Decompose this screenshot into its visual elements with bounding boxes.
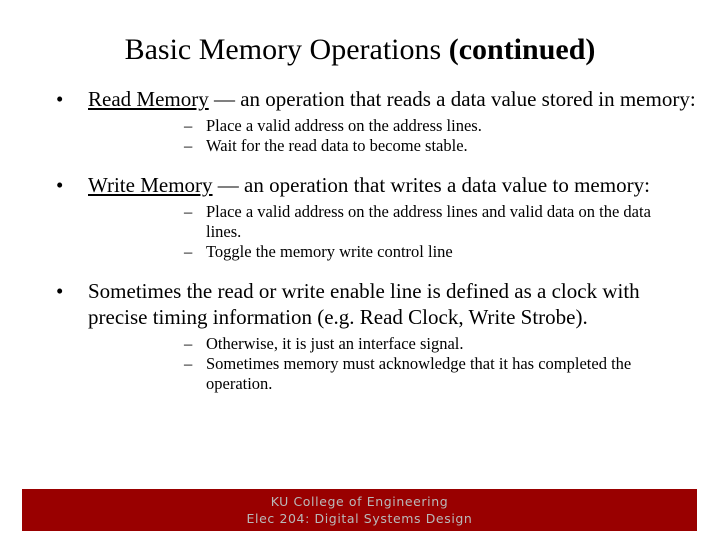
sub-bullet-text-read-2: Wait for the read data to become stable. [206, 136, 468, 155]
bullet-term-write-memory: Write Memory [88, 173, 213, 197]
bullet-text-clock-timing: Sometimes the read or write enable line … [88, 279, 640, 329]
sub-bullet-write-2: – Toggle the memory write control line [88, 242, 696, 262]
sub-bullet-clock-2: – Sometimes memory must acknowledge that… [88, 354, 696, 394]
bullet-text-write-memory: — an operation that writes a data value … [212, 173, 650, 197]
sub-bullet-text-read-1: Place a valid address on the address lin… [206, 116, 482, 135]
slide-title-continued: (continued) [448, 33, 596, 66]
dash-marker-icon: – [184, 354, 193, 373]
sub-bullet-list-read-memory: – Place a valid address on the address l… [88, 116, 696, 156]
sub-bullet-read-2: – Wait for the read data to become stabl… [88, 136, 696, 156]
footer-banner: KU College of Engineering Elec 204: Digi… [22, 489, 697, 531]
sub-bullet-list-write-memory: – Place a valid address on the address l… [88, 202, 696, 262]
bullet-text-read-memory: — an operation that reads a data value s… [208, 87, 696, 111]
sub-bullet-list-clock-timing: – Otherwise, it is just an interface sig… [88, 334, 696, 394]
sub-bullet-write-1: – Place a valid address on the address l… [88, 202, 696, 242]
dash-marker-icon: – [184, 116, 193, 135]
bullet-marker-icon: • [56, 279, 64, 303]
dash-marker-icon: – [184, 242, 193, 261]
footer-line-institution: KU College of Engineering [270, 494, 449, 509]
sub-bullet-read-1: – Place a valid address on the address l… [88, 116, 696, 136]
sub-bullet-clock-1: – Otherwise, it is just an interface sig… [88, 334, 696, 354]
sub-bullet-text-write-1: Place a valid address on the address lin… [206, 202, 651, 241]
bullet-item-clock-timing: • Sometimes the read or write enable lin… [0, 278, 720, 394]
sub-bullet-text-clock-2: Sometimes memory must acknowledge that i… [206, 354, 632, 393]
sub-bullet-text-write-2: Toggle the memory write control line [206, 242, 453, 261]
bullet-marker-icon: • [56, 87, 64, 111]
slide-title-main: Basic Memory Operations [124, 33, 449, 66]
bullet-item-read-memory: • Read Memory — an operation that reads … [0, 86, 720, 156]
dash-marker-icon: – [184, 334, 193, 353]
dash-marker-icon: – [184, 202, 193, 221]
bullet-marker-icon: • [56, 173, 64, 197]
bullet-term-read-memory: Read Memory [88, 87, 209, 111]
slide-title: Basic Memory Operations (continued) [0, 32, 720, 68]
bullet-item-write-memory: • Write Memory — an operation that write… [0, 172, 720, 262]
slide-body: • Read Memory — an operation that reads … [0, 86, 720, 394]
dash-marker-icon: – [184, 136, 193, 155]
slide-canvas: Basic Memory Operations (continued) • Re… [0, 0, 720, 540]
bullet-list: • Read Memory — an operation that reads … [0, 86, 720, 394]
footer-line-course: Elec 204: Digital Systems Design [246, 511, 473, 526]
sub-bullet-text-clock-1: Otherwise, it is just an interface signa… [206, 334, 464, 353]
